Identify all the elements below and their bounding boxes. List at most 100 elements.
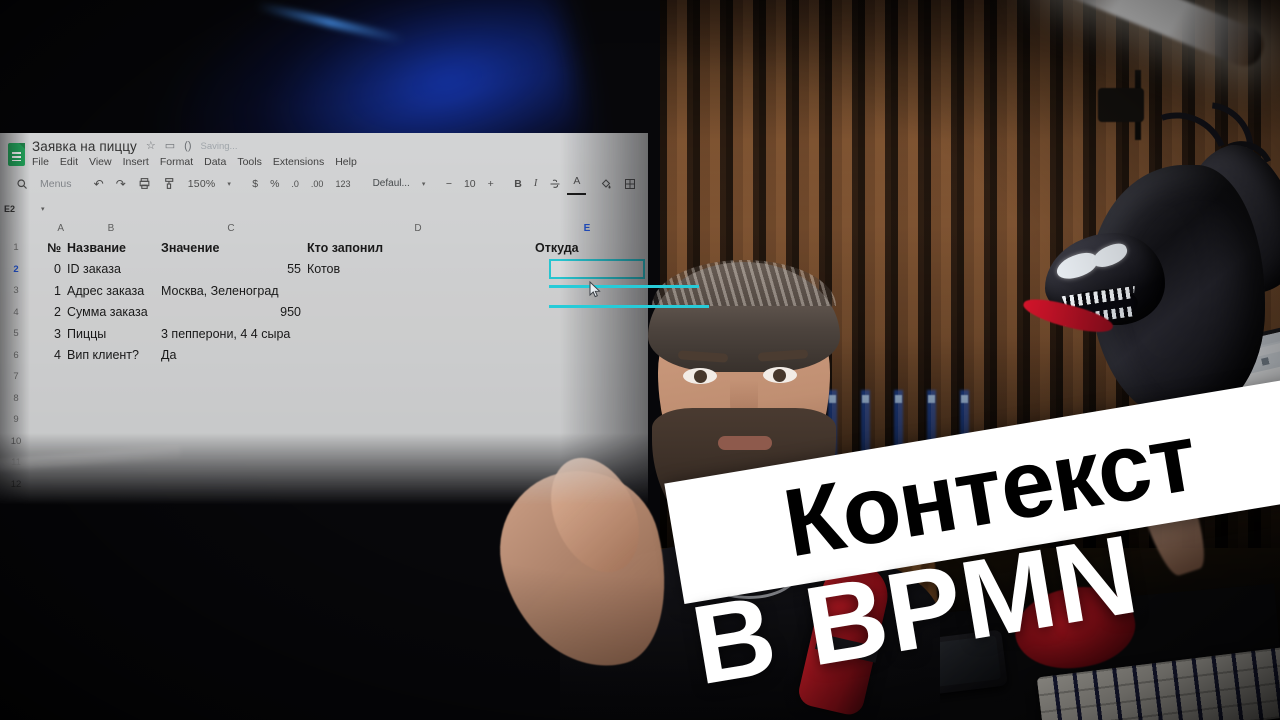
sheets-toolbar: Menus ↶ ↷ 150% ▾ $ % .0 .00 123 Defaul..… xyxy=(0,168,648,199)
bold-button[interactable]: B xyxy=(508,174,528,194)
cell-e1[interactable]: Откуда xyxy=(532,241,642,255)
sheets-titlebar: Заявка на пиццу ☆ ▭ () Saving... File Ed… xyxy=(0,133,648,168)
table-row[interactable]: 10 xyxy=(0,431,648,453)
cell-c3[interactable]: Москва, Зеленоград xyxy=(158,284,304,298)
font-size-input[interactable]: 10 xyxy=(458,174,482,194)
formula-chevron-down-icon[interactable]: ▾ xyxy=(41,205,45,213)
row-header-12[interactable]: 12 xyxy=(0,479,32,490)
selection-edge-highlight xyxy=(549,285,699,288)
column-header-a[interactable]: A xyxy=(32,223,64,234)
table-row[interactable]: 8 xyxy=(0,388,648,410)
spreadsheet-grid: A B C D E 1 № Название Значение Кто запо… xyxy=(0,219,648,495)
column-header-d[interactable]: D xyxy=(304,223,532,234)
row-header-3[interactable]: 3 xyxy=(0,285,32,296)
cell-b3[interactable]: Адрес заказа xyxy=(64,284,158,298)
menu-item-extensions[interactable]: Extensions xyxy=(273,156,324,168)
cell-c2[interactable]: 55 xyxy=(158,262,304,276)
document-title[interactable]: Заявка на пиццу xyxy=(32,139,137,154)
menu-item-help[interactable]: Help xyxy=(335,156,357,168)
row-header-8[interactable]: 8 xyxy=(0,393,32,404)
cell-b5[interactable]: Пиццы xyxy=(64,327,158,341)
cell-a5[interactable]: 3 xyxy=(32,327,64,341)
zoom-chevron-down-icon[interactable]: ▾ xyxy=(221,174,237,194)
row-header-11[interactable]: 11 xyxy=(0,457,32,468)
cell-c4[interactable]: 950 xyxy=(158,305,304,319)
row-header-10[interactable]: 10 xyxy=(0,436,32,447)
cell-b2[interactable]: ID заказа xyxy=(64,262,158,276)
version-history-icon[interactable]: () xyxy=(184,141,191,152)
menu-item-insert[interactable]: Insert xyxy=(123,156,149,168)
column-header-b[interactable]: B xyxy=(64,223,158,234)
more-formats-button[interactable]: 123 xyxy=(329,174,356,194)
italic-button[interactable]: I xyxy=(528,174,544,194)
table-row[interactable]: 11 xyxy=(0,452,648,474)
menu-item-data[interactable]: Data xyxy=(204,156,226,168)
menu-item-view[interactable]: View xyxy=(89,156,112,168)
venom-figurine xyxy=(1020,84,1280,435)
presenter-pupil xyxy=(694,370,707,383)
percent-format-button[interactable]: % xyxy=(264,174,285,194)
undo-icon[interactable]: ↶ xyxy=(88,174,110,194)
zoom-level[interactable]: 150% xyxy=(182,174,222,194)
cell-c6[interactable]: Да xyxy=(158,348,304,362)
move-to-folder-icon[interactable]: ▭ xyxy=(165,141,175,152)
search-icon[interactable] xyxy=(10,174,34,194)
menu-item-tools[interactable]: Tools xyxy=(237,156,262,168)
name-box[interactable]: E2 xyxy=(4,204,15,214)
table-row[interactable]: 9 xyxy=(0,409,648,431)
font-family-select[interactable]: Defaul... xyxy=(367,174,416,194)
column-header-c[interactable]: C xyxy=(158,223,304,234)
cell-c5[interactable]: 3 пепперони, 4 4 сыра xyxy=(158,327,358,341)
star-icon[interactable]: ☆ xyxy=(146,141,156,152)
menu-item-format[interactable]: Format xyxy=(160,156,193,168)
currency-format-button[interactable]: $ xyxy=(246,174,264,194)
cell-a2[interactable]: 0 xyxy=(32,262,64,276)
presenter-lips xyxy=(718,436,772,450)
column-headers: A B C D E xyxy=(0,219,648,237)
table-row[interactable]: 1 № Название Значение Кто запонил Откуда xyxy=(0,237,648,259)
row-header-1[interactable]: 1 xyxy=(0,242,32,253)
cell-d1[interactable]: Кто запонил xyxy=(304,241,532,255)
row-header-2[interactable]: 2 xyxy=(0,264,32,275)
cell-b4[interactable]: Сумма заказа xyxy=(64,305,158,319)
cell-d2[interactable]: Котов xyxy=(304,262,532,276)
selected-cell-e2[interactable] xyxy=(549,258,645,279)
presenter-hair-highlight xyxy=(652,260,836,306)
print-icon[interactable] xyxy=(132,174,157,194)
cell-a6[interactable]: 4 xyxy=(32,348,64,362)
menus-button[interactable]: Menus xyxy=(34,174,78,194)
cell-c1[interactable]: Значение xyxy=(158,241,304,255)
table-row[interactable]: 7 xyxy=(0,366,648,388)
text-color-button[interactable]: A xyxy=(567,172,587,195)
menu-item-edit[interactable]: Edit xyxy=(60,156,78,168)
table-row[interactable]: 5 3 Пиццы 3 пепперони, 4 4 сыра xyxy=(0,323,648,345)
paint-format-icon[interactable] xyxy=(157,174,182,194)
column-header-e[interactable]: E xyxy=(532,223,642,234)
fill-color-icon[interactable] xyxy=(594,174,618,194)
increase-font-size-button[interactable]: + xyxy=(482,174,500,194)
menu-item-file[interactable]: File xyxy=(32,156,49,168)
row-header-7[interactable]: 7 xyxy=(0,371,32,382)
row-header-4[interactable]: 4 xyxy=(0,307,32,318)
increase-decimal-button[interactable]: .00 xyxy=(305,174,330,194)
save-status: Saving... xyxy=(200,141,238,152)
font-chevron-down-icon[interactable]: ▾ xyxy=(416,174,432,194)
row-header-9[interactable]: 9 xyxy=(0,414,32,425)
cell-b6[interactable]: Вип клиент? xyxy=(64,348,158,362)
cell-a3[interactable]: 1 xyxy=(32,284,64,298)
cell-b1[interactable]: Название xyxy=(64,241,158,255)
borders-icon[interactable] xyxy=(618,174,642,194)
table-row[interactable]: 12 xyxy=(0,474,648,496)
cell-a4[interactable]: 2 xyxy=(32,305,64,319)
cell-a1[interactable]: № xyxy=(32,241,64,255)
redo-icon[interactable]: ↷ xyxy=(110,174,132,194)
row-header-5[interactable]: 5 xyxy=(0,328,32,339)
screenshot-root: Заявка на пиццу ☆ ▭ () Saving... File Ed… xyxy=(0,0,1280,720)
strikethrough-button[interactable] xyxy=(543,174,567,194)
table-row[interactable]: 3 1 Адрес заказа Москва, Зеленоград xyxy=(0,280,648,302)
row-header-6[interactable]: 6 xyxy=(0,350,32,361)
decrease-decimal-button[interactable]: .0 xyxy=(285,174,305,194)
decrease-font-size-button[interactable]: − xyxy=(440,174,458,194)
grid-rows: 1 № Название Значение Кто запонил Откуда… xyxy=(0,237,648,495)
table-row[interactable]: 6 4 Вип клиент? Да xyxy=(0,345,648,367)
